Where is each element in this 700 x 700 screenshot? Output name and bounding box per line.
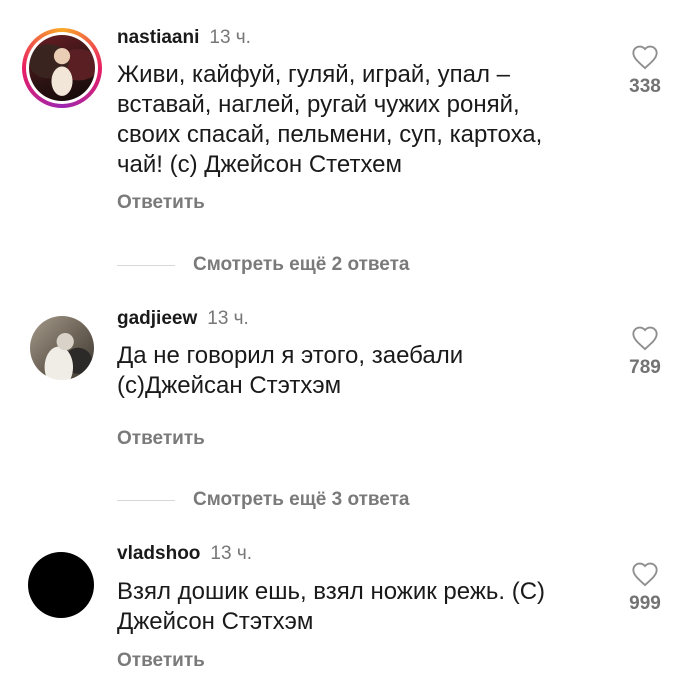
- comment-text: Взял дошик ешь, взял ножик режь. (С) Дже…: [117, 578, 546, 635]
- view-replies-label: Смотреть ещё 3 ответа: [193, 489, 410, 510]
- reply-button[interactable]: Ответить: [117, 192, 205, 214]
- timestamp: 13 ч.: [207, 308, 249, 329]
- heart-icon[interactable]: [631, 561, 659, 587]
- comment-text: Живи, кайфуй, гуляй, играй, упал – встав…: [117, 61, 543, 178]
- comment-meta: nastiaani 13 ч.: [117, 27, 251, 49]
- comment-text: Да не говорил я этого, заебали (с)Джейса…: [117, 342, 464, 399]
- username[interactable]: nastiaani: [117, 27, 199, 48]
- divider-line: [117, 264, 175, 266]
- like-count: 999: [629, 593, 661, 614]
- view-replies-button[interactable]: Смотреть ещё 3 ответа: [117, 488, 410, 512]
- timestamp: 13 ч.: [210, 543, 252, 564]
- like-count: 338: [629, 76, 661, 97]
- comments-list: nastiaani 13 ч. Живи, кайфуй, гуляй, игра…: [0, 0, 700, 700]
- divider-line: [117, 499, 175, 501]
- timestamp: 13 ч.: [209, 27, 251, 48]
- username[interactable]: gadjieew: [117, 308, 197, 329]
- view-replies-button[interactable]: Смотреть ещё 2 ответа: [117, 253, 410, 277]
- avatar[interactable]: [30, 316, 94, 380]
- like-block: 338: [620, 44, 670, 98]
- like-block: 999: [620, 561, 670, 615]
- like-count: 789: [629, 357, 661, 378]
- view-replies-label: Смотреть ещё 2 ответа: [193, 254, 410, 275]
- heart-icon[interactable]: [631, 44, 659, 70]
- comment-meta: vladshoo 13 ч.: [117, 543, 252, 565]
- avatar[interactable]: [28, 552, 94, 618]
- avatar-with-story-ring[interactable]: [22, 28, 102, 108]
- comment-meta: gadjieew 13 ч.: [117, 308, 249, 330]
- like-block: 789: [620, 325, 670, 379]
- heart-icon[interactable]: [631, 325, 659, 351]
- username[interactable]: vladshoo: [117, 543, 200, 564]
- reply-button[interactable]: Ответить: [117, 650, 205, 672]
- reply-button[interactable]: Ответить: [117, 428, 205, 450]
